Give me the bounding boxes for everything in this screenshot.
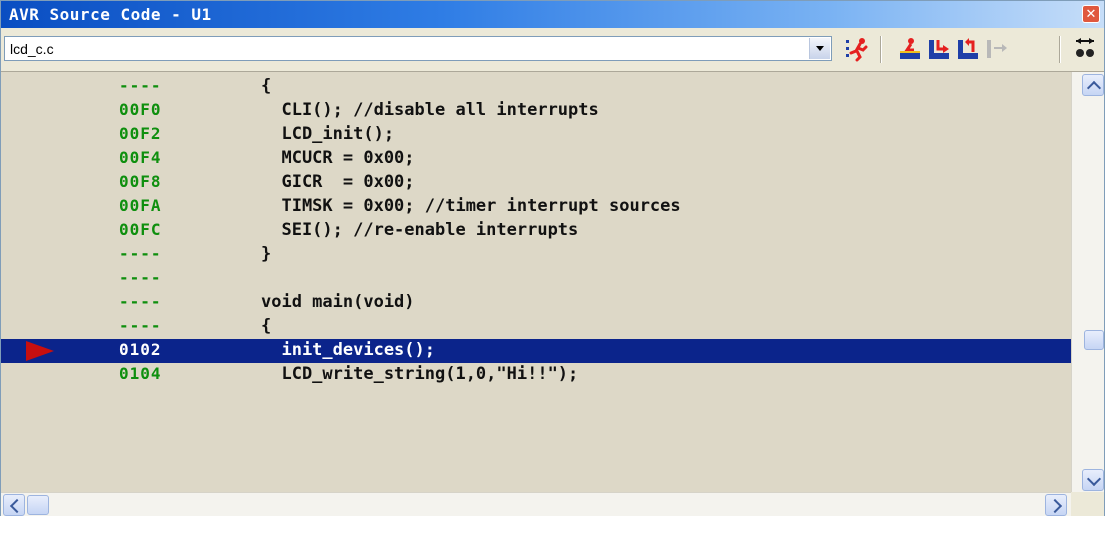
code-line[interactable]: 00F4 MCUCR = 0x00; [1, 147, 1071, 171]
line-address: ---- [119, 292, 162, 311]
line-code: LCD_init(); [261, 124, 395, 144]
line-code: init_devices(); [261, 340, 435, 360]
line-code: SEI(); //re-enable interrupts [261, 220, 579, 240]
toolbar: lcd_c.c [1, 28, 1104, 72]
line-address: 00FC [119, 220, 162, 239]
chevron-down-icon[interactable] [809, 38, 830, 59]
file-select-value: lcd_c.c [10, 41, 54, 57]
scroll-thumb[interactable] [27, 495, 49, 515]
toolbar-separator [1059, 36, 1061, 63]
file-select[interactable]: lcd_c.c [4, 36, 832, 61]
line-address: ---- [119, 76, 162, 95]
step-into-icon[interactable] [925, 36, 953, 62]
code-line[interactable]: 00F8 GICR = 0x00; [1, 171, 1071, 195]
line-address: 0104 [119, 364, 162, 383]
vertical-scrollbar[interactable] [1071, 72, 1104, 492]
line-address: 0102 [119, 340, 162, 359]
code-line[interactable]: 0104 LCD_write_string(1,0,"Hi!!"); [1, 363, 1071, 387]
horizontal-scrollbar[interactable] [1, 492, 1071, 516]
resize-grip-icon[interactable] [1071, 492, 1104, 516]
line-code: { [261, 76, 272, 96]
line-address: ---- [119, 268, 162, 287]
code-line[interactable]: 00FA TIMSK = 0x00; //timer interrupt sou… [1, 195, 1071, 219]
window-title: AVR Source Code - U1 [9, 5, 212, 24]
line-code: LCD_write_string(1,0,"Hi!!"); [261, 364, 579, 384]
line-code: { [261, 316, 272, 336]
step-out-icon[interactable] [954, 36, 982, 62]
code-line[interactable]: 00F0 CLI(); //disable all interrupts [1, 99, 1071, 123]
current-line[interactable]: 0102 init_devices(); [1, 339, 1071, 363]
line-address: 00F4 [119, 148, 162, 167]
code-line[interactable]: ---- { [1, 315, 1071, 339]
line-address: 00FA [119, 196, 162, 215]
scroll-right-icon[interactable] [1045, 494, 1067, 516]
scroll-thumb[interactable] [1084, 330, 1104, 350]
code-line[interactable]: ---- { [1, 75, 1071, 99]
code-line[interactable]: ---- [1, 267, 1071, 291]
code-line[interactable]: ---- void main(void) [1, 291, 1071, 315]
line-code: TIMSK = 0x00; //timer interrupt sources [261, 196, 681, 216]
scroll-left-icon[interactable] [3, 494, 25, 516]
line-address: ---- [119, 316, 162, 335]
code-line[interactable]: 00F2 LCD_init(); [1, 123, 1071, 147]
source-editor[interactable]: ---- { 00F0 CLI(); //disable all interru… [1, 72, 1071, 492]
title-bar[interactable]: AVR Source Code - U1 ✕ [1, 1, 1104, 28]
scroll-up-icon[interactable] [1082, 74, 1104, 96]
source-code-window: AVR Source Code - U1 ✕ lcd_c.c ---- {00… [0, 0, 1105, 516]
line-code: GICR = 0x00; [261, 172, 415, 192]
line-code: MCUCR = 0x00; [261, 148, 415, 168]
line-code: void main(void) [261, 292, 415, 312]
breakpoint-icon[interactable] [1073, 36, 1101, 62]
code-line[interactable]: ---- } [1, 243, 1071, 267]
step-over-icon[interactable] [896, 36, 924, 62]
line-code: } [261, 244, 272, 264]
toolbar-separator [880, 36, 882, 63]
go-to-next-icon[interactable] [983, 36, 1011, 62]
line-address: 00F8 [119, 172, 162, 191]
program-counter-arrow-icon [26, 341, 54, 361]
line-address: 00F2 [119, 124, 162, 143]
code-line[interactable]: 00FC SEI(); //re-enable interrupts [1, 219, 1071, 243]
line-address: ---- [119, 244, 162, 263]
scroll-down-icon[interactable] [1082, 469, 1104, 491]
close-icon[interactable]: ✕ [1082, 5, 1100, 23]
line-address: 00F0 [119, 100, 162, 119]
line-code: CLI(); //disable all interrupts [261, 100, 599, 120]
run-to-cursor-icon[interactable] [844, 36, 872, 62]
